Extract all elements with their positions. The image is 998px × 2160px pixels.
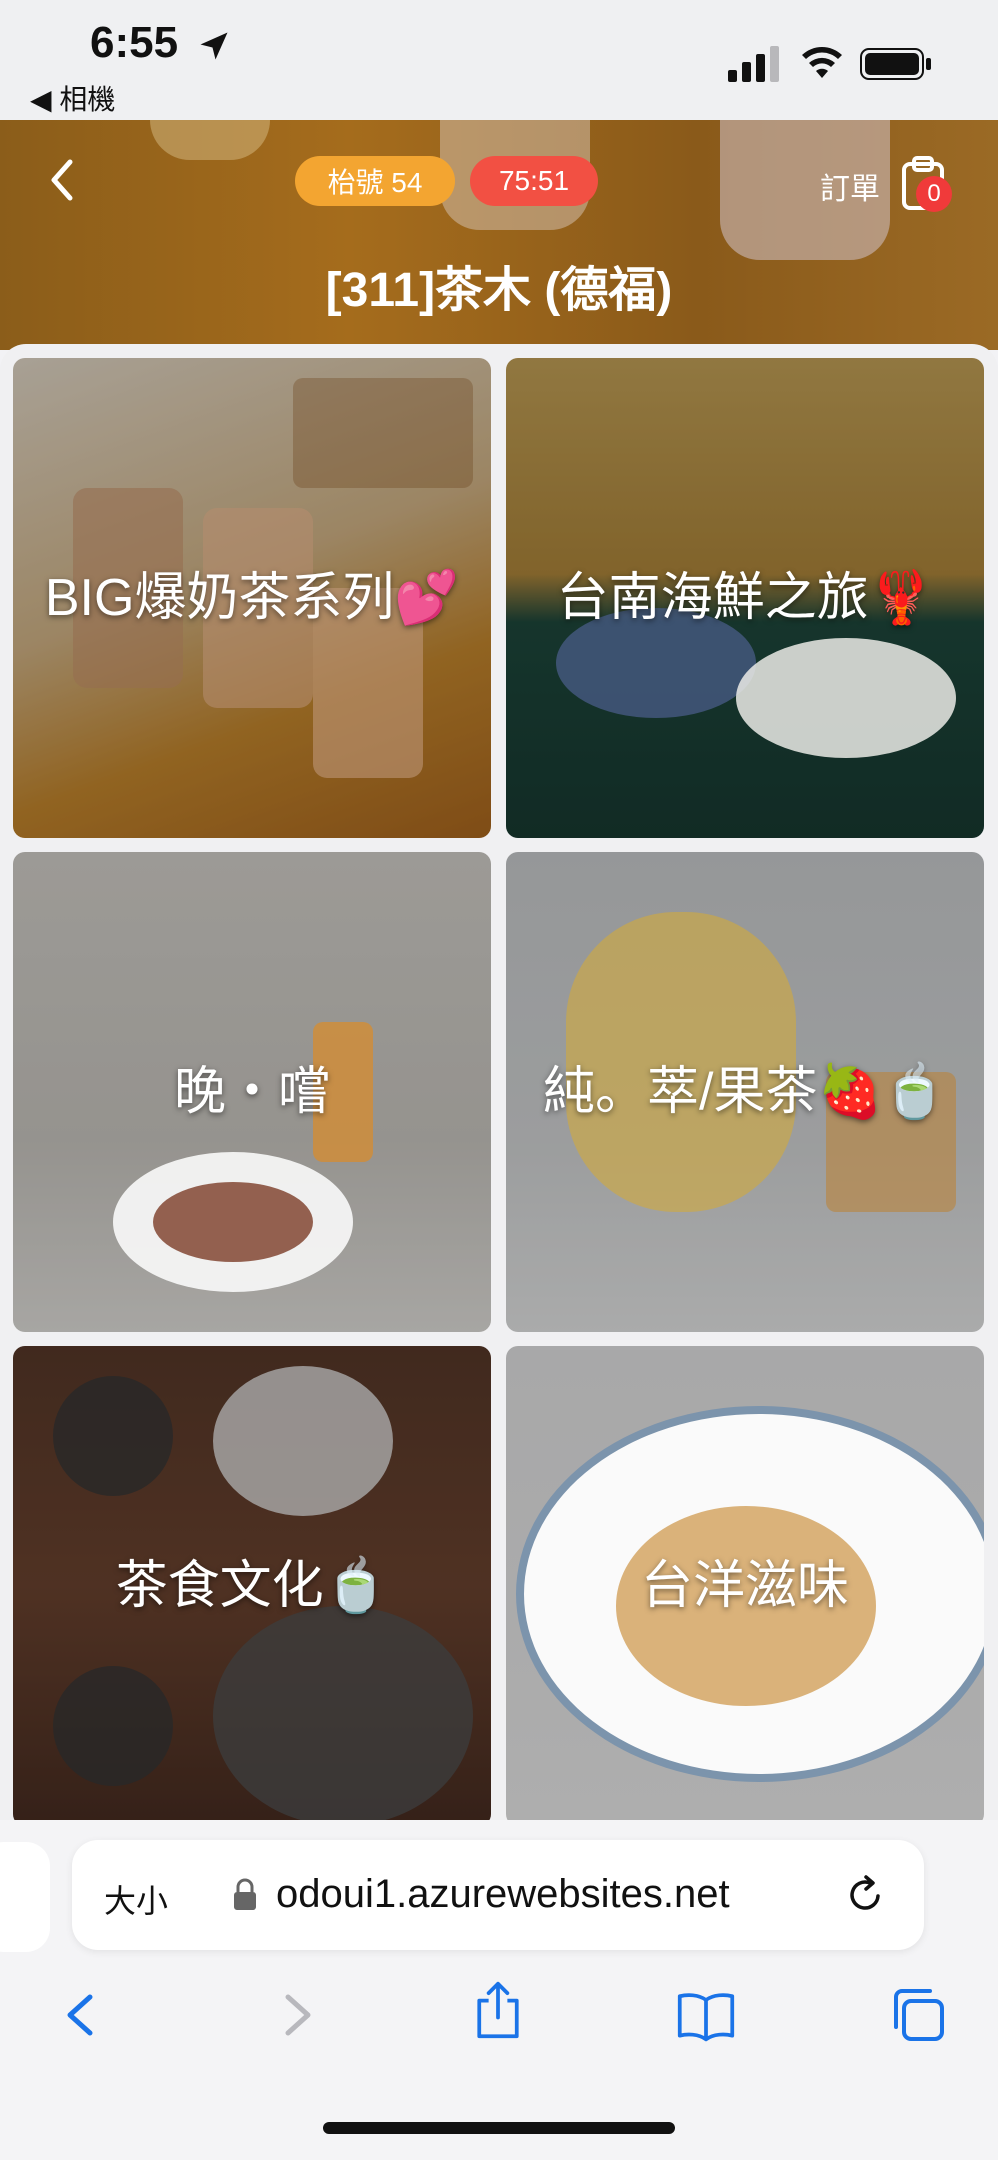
browser-toolbar: 大小 odoui1.azurewebsites.net xyxy=(0,1820,998,2160)
home-indicator xyxy=(323,2122,675,2134)
store-header: 枱號 54 75:51 訂單 0 [311]茶木 (德福) xyxy=(0,120,998,350)
status-time: 6:55 xyxy=(90,18,179,67)
back-chevron-icon[interactable] xyxy=(40,150,84,210)
timer-pill: 75:51 xyxy=(470,156,598,206)
category-label: 晚・嚐 xyxy=(173,1063,330,1121)
category-label: 純。萃/果茶🍓🍵 xyxy=(543,1063,947,1121)
table-number-pill: 枱號 54 xyxy=(295,156,455,206)
url-text[interactable]: odoui1.azurewebsites.net xyxy=(276,1872,730,1917)
category-label: BIG爆奶茶系列💕 xyxy=(44,569,460,627)
browser-back-icon[interactable] xyxy=(52,1985,112,2045)
text-size-button[interactable]: 大小 xyxy=(104,1876,168,1922)
order-label[interactable]: 訂單 xyxy=(820,164,880,208)
category-tile[interactable]: 純。萃/果茶🍓🍵 xyxy=(506,852,984,1332)
category-tile[interactable]: 台南海鮮之旅🦞 xyxy=(506,358,984,838)
category-tile[interactable]: 茶食文化🍵 xyxy=(13,1346,491,1820)
category-label: 台洋滋味 xyxy=(640,1557,849,1615)
previous-tab-preview[interactable] xyxy=(0,1842,50,1952)
category-label: 茶食文化🍵 xyxy=(115,1557,389,1615)
category-grid: BIG爆奶茶系列💕 台南海鮮之旅🦞 晚・嚐 純。萃/果茶🍓🍵 茶食文化🍵 台洋滋… xyxy=(0,344,998,1820)
category-tile[interactable]: 晚・嚐 xyxy=(13,852,491,1332)
category-label: 台南海鮮之旅🦞 xyxy=(556,569,934,627)
wifi-icon xyxy=(802,47,842,78)
address-bar[interactable]: 大小 odoui1.azurewebsites.net xyxy=(72,1840,924,1950)
browser-forward-icon[interactable] xyxy=(266,1985,326,2045)
battery-icon xyxy=(860,48,931,80)
category-tile[interactable]: BIG爆奶茶系列💕 xyxy=(13,358,491,838)
status-bar: 6:55 ◀ 相機 xyxy=(0,0,998,120)
bookmarks-icon[interactable] xyxy=(676,1985,736,2045)
lock-icon xyxy=(234,1878,256,1910)
back-to-camera-link[interactable]: ◀ 相機 xyxy=(30,78,115,118)
tabs-icon[interactable] xyxy=(888,1985,948,2045)
order-count-badge: 0 xyxy=(916,176,952,212)
category-tile[interactable]: 台洋滋味 xyxy=(506,1346,984,1820)
cellular-signal-icon xyxy=(728,46,779,82)
reload-icon[interactable] xyxy=(842,1872,888,1918)
header-decoration xyxy=(150,120,270,160)
share-icon[interactable] xyxy=(468,1980,528,2040)
location-arrow-icon xyxy=(200,32,228,60)
store-title: [311]茶木 (德福) xyxy=(325,264,673,317)
